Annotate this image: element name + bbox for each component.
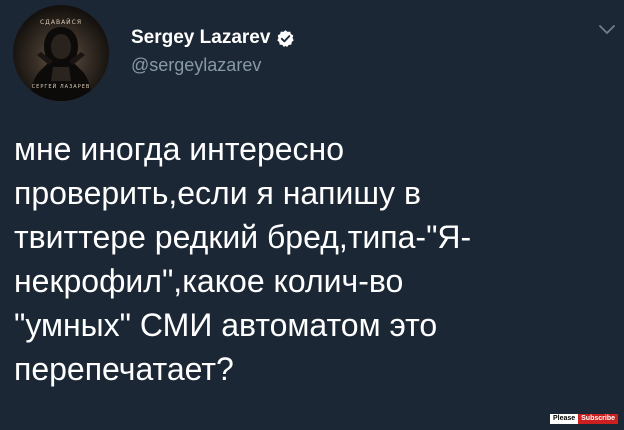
chevron-down-icon[interactable] (597, 22, 617, 38)
subscribe-watermark[interactable]: Please Subscribe (549, 414, 618, 424)
watermark-left-text: Please (549, 414, 579, 424)
name-row: Sergey Lazarev (131, 26, 295, 50)
avatar[interactable]: СДАВАЙСЯ СЕРГЕЙ ЛАЗАРЕВ (13, 5, 109, 101)
watermark-right-text: Subscribe (578, 414, 618, 424)
tweet-card: СДАВАЙСЯ СЕРГЕЙ ЛАЗАРЕВ Sergey Lazarev @… (0, 0, 624, 430)
author-info: Sergey Lazarev @sergeylazarev (131, 26, 295, 76)
avatar-caption-bottom: СЕРГЕЙ ЛАЗАРЕВ (31, 84, 91, 90)
avatar-caption-top: СДАВАЙСЯ (39, 19, 83, 26)
display-name[interactable]: Sergey Lazarev (131, 27, 270, 49)
handle[interactable]: @sergeylazarev (131, 55, 295, 76)
tweet-text: мне иногда интересно проверить,если я на… (14, 131, 472, 387)
verified-badge-icon (277, 29, 295, 47)
